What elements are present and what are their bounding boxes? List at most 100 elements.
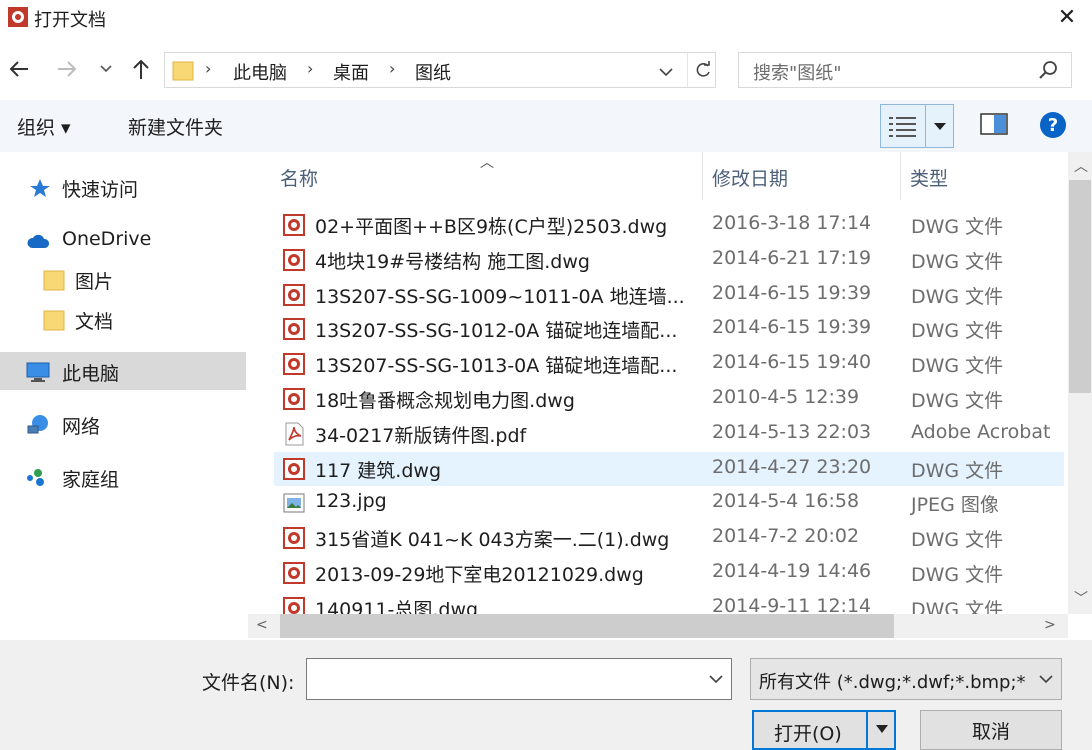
file-modified-date: 2014-4-19 14:46 xyxy=(712,560,872,582)
horizontal-scroll-thumb[interactable] xyxy=(280,614,894,638)
scroll-right-arrow[interactable]: > xyxy=(1044,617,1056,633)
file-modified-date: 2016-3-18 17:14 xyxy=(712,212,872,234)
file-row[interactable]: 140911-总图.dwg 2014-9-11 12:14 DWG 文件 xyxy=(274,591,1064,614)
column-header-date[interactable]: 修改日期 xyxy=(703,152,900,200)
refresh-icon xyxy=(696,61,710,77)
filename-label: 文件名(N): xyxy=(202,672,295,694)
view-mode-button[interactable] xyxy=(880,104,954,148)
file-type: DWG 文件 xyxy=(911,285,1004,308)
cancel-button[interactable]: 取消 xyxy=(920,710,1062,750)
file-type-filter[interactable]: 所有文件 (*.dwg;*.dwf;*.bmp;* xyxy=(750,658,1062,700)
sidebar-item-onedrive[interactable]: OneDrive xyxy=(0,221,246,259)
file-row[interactable]: 34-0217新版铸件图.pdf 2014-5-13 22:03 Adobe Acr… xyxy=(274,417,1064,451)
caret-down-icon[interactable] xyxy=(932,122,948,132)
sidebar-item-label: 文档 xyxy=(75,311,114,333)
organize-button[interactable]: 组织 ▾ xyxy=(17,113,71,140)
file-type: DWG 文件 xyxy=(911,355,1004,378)
file-row[interactable]: 13S207-SS-SG-1013-0A 锚碇地连墙配... 2014-6-15 … xyxy=(274,347,1064,381)
sidebar-item-pictures[interactable]: 图片 xyxy=(0,260,246,298)
file-name: 13S207-SS-SG-1013-0A 锚碇地连墙配... xyxy=(315,355,678,378)
filename-combobox[interactable] xyxy=(306,658,732,700)
file-type: DWG 文件 xyxy=(911,390,1004,412)
dwg-file-icon xyxy=(283,353,305,376)
file-name: 13S207-SS-SG-1012-0A 锚碇地连墙配... xyxy=(315,320,678,343)
dwg-file-icon xyxy=(283,562,305,584)
file-name: 123.jpg xyxy=(315,490,387,513)
caret-down-icon[interactable] xyxy=(874,722,890,736)
breadcrumb-drawings[interactable]: 图纸 xyxy=(415,59,451,85)
breadcrumb-separator: › xyxy=(307,59,314,78)
refresh-button[interactable] xyxy=(687,53,717,87)
sidebar-item-network[interactable]: 网络 xyxy=(0,405,246,443)
file-name: 02+平面图++B区9栋(C户型)2503.dwg xyxy=(315,216,668,238)
dwg-file-icon xyxy=(283,596,305,614)
file-name: 13S207-SS-SG-1009~1011-0A 地连墙... xyxy=(315,285,685,308)
breadcrumb-desktop[interactable]: 桌面 xyxy=(333,59,369,85)
vertical-scroll-thumb[interactable] xyxy=(1069,180,1091,393)
sidebar-item-homegroup[interactable]: 家庭组 xyxy=(0,458,246,496)
close-button[interactable]: ✕ xyxy=(1044,0,1090,34)
new-folder-button[interactable]: 新建文件夹 xyxy=(128,113,223,140)
chevron-down-icon[interactable] xyxy=(707,671,725,687)
file-type: DWG 文件 xyxy=(911,216,1004,238)
file-row[interactable]: 4地块19#号楼结构 施工图.dwg 2014-6-21 17:19 DWG 文件 xyxy=(274,243,1064,277)
file-modified-date: 2014-6-15 19:40 xyxy=(712,351,872,374)
search-input[interactable]: 搜索"图纸" xyxy=(753,59,842,85)
file-type: Adobe Acrobat xyxy=(911,420,1051,443)
help-button[interactable]: ? xyxy=(1040,112,1066,138)
file-type: DWG 文件 xyxy=(911,320,1004,343)
column-header-label: 名称 xyxy=(280,168,319,190)
folder-icon xyxy=(43,310,65,331)
recent-locations-button[interactable] xyxy=(92,52,120,86)
star-icon xyxy=(30,179,50,197)
image-file-icon xyxy=(283,493,305,513)
file-row[interactable]: 123.jpg 2014-5-4 16:58 JPEG 图像 xyxy=(274,486,1064,520)
vertical-scrollbar[interactable]: ︿ ﹀ xyxy=(1068,152,1092,614)
file-modified-date: 2014-5-4 16:58 xyxy=(712,490,860,513)
preview-pane-button[interactable] xyxy=(980,112,1008,141)
file-row[interactable]: 117 建筑.dwg 2014-4-27 23:20 DWG 文件 xyxy=(274,451,1064,486)
chevron-down-icon xyxy=(1039,675,1053,684)
chevron-down-icon xyxy=(659,68,673,77)
preview-pane-icon xyxy=(980,113,1008,135)
scroll-down-arrow[interactable]: ﹀ xyxy=(1074,588,1088,608)
column-header-label: 修改日期 xyxy=(712,168,789,190)
file-row[interactable]: 13S207-SS-SG-1012-0A 锚碇地连墙配... 2014-6-15 … xyxy=(274,312,1064,346)
column-header-name[interactable]: 名称 ︿ xyxy=(248,152,702,200)
sidebar-item-quick-access[interactable]: 快速访问 xyxy=(0,168,246,206)
search-icon xyxy=(1039,61,1057,79)
file-list[interactable]: 名称 ︿ 修改日期 类型 02+平面图++B区9栋(C户型)2503.dwg 20… xyxy=(248,152,1068,614)
sidebar-item-this-pc[interactable]: 此电脑 xyxy=(0,352,246,390)
search-box[interactable]: 搜索"图纸" xyxy=(738,52,1072,88)
sidebar-item-documents[interactable]: 文档 xyxy=(0,300,246,338)
computer-icon xyxy=(26,362,50,382)
column-header-label: 类型 xyxy=(910,168,949,190)
file-row[interactable]: 13S207-SS-SG-1009~1011-0A 地连墙... 2014-6-1… xyxy=(274,278,1064,312)
file-modified-date: 2014-6-15 19:39 xyxy=(712,281,872,304)
address-bar[interactable]: › 此电脑 › 桌面 › 图纸 xyxy=(164,52,716,88)
file-type: DWG 文件 xyxy=(911,529,1004,552)
forward-button[interactable] xyxy=(50,52,84,86)
back-button[interactable] xyxy=(2,52,36,86)
file-row[interactable]: 18吐鲁番概念规划电力图.dwg 2010-4-5 12:39 DWG 文件 xyxy=(274,382,1064,416)
scroll-left-arrow[interactable]: < xyxy=(256,617,268,633)
file-row[interactable]: 2013-09-29地下室电20121029.dwg 2014-4-19 14:4… xyxy=(274,556,1064,590)
sidebar-item-label: 家庭组 xyxy=(62,469,120,491)
sidebar-item-label: 图片 xyxy=(75,271,114,293)
file-row[interactable]: 02+平面图++B区9栋(C户型)2503.dwg 2016-3-18 17:14… xyxy=(274,208,1064,242)
file-name: 315省道K 041~K 043方案一.二(1).dwg xyxy=(315,529,670,552)
address-history-dropdown[interactable] xyxy=(655,61,677,83)
dwg-file-icon xyxy=(283,318,305,341)
open-button[interactable]: 打开(O) xyxy=(752,710,896,750)
up-button[interactable] xyxy=(124,52,158,86)
file-type: DWG 文件 xyxy=(911,598,1004,614)
breadcrumb-this-pc[interactable]: 此电脑 xyxy=(233,59,287,85)
scroll-up-arrow[interactable]: ︿ xyxy=(1074,156,1088,176)
column-header-type[interactable]: 类型 xyxy=(901,152,1068,200)
open-button-label: 打开(O) xyxy=(774,723,842,745)
title-bar: 打开文档 ✕ xyxy=(0,0,1092,36)
file-name: 140911-总图.dwg xyxy=(315,598,479,614)
horizontal-scrollbar[interactable]: < > xyxy=(248,614,1068,638)
details-view-icon xyxy=(889,117,916,137)
file-row[interactable]: 315省道K 041~K 043方案一.二(1).dwg 2014-7-2 20:… xyxy=(274,521,1064,555)
